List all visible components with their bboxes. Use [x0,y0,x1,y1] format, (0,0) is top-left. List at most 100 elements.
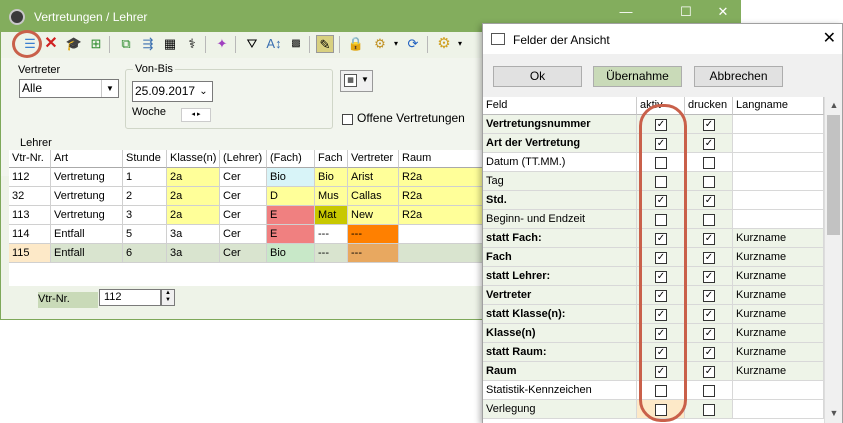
table-cell-art[interactable]: Entfall [51,225,123,244]
drucken-checkbox[interactable]: ✓ [703,290,715,302]
table-cell-stunde[interactable]: 2 [123,187,167,206]
drucken-checkbox[interactable]: ✓ [703,328,715,340]
langname-cell[interactable] [733,381,824,400]
table-cell-lehrer[interactable]: Cer [220,187,267,206]
langname-cell[interactable] [733,172,824,191]
offene-checkbox[interactable] [342,114,353,125]
table-cell-klasse[interactable]: 2a [167,187,220,206]
column-header[interactable]: Vertreter [348,150,399,168]
table-cell-klasse[interactable]: 2a [167,168,220,187]
table-cell-nr[interactable]: 112 [9,168,51,187]
export-doc-icon[interactable]: ⇶ [139,35,157,53]
ok-button[interactable]: Ok [493,66,582,87]
table-cell-fach[interactable]: --- [315,225,348,244]
column-header[interactable]: Klasse(n) [167,150,220,168]
grid-select-icon[interactable]: ▩ [287,35,305,53]
table-cell-fach[interactable]: Bio [315,168,348,187]
table-cell-stunde[interactable]: 3 [123,206,167,225]
scroll-up-icon[interactable]: ▲ [825,97,842,113]
langname-cell[interactable] [733,134,824,153]
date-field[interactable]: 25.09.2017 ⌄ [132,81,213,102]
column-header[interactable]: (Fach) [267,150,315,168]
dialog-column-header[interactable]: Feld [483,97,637,115]
table-cell-klasse[interactable]: 2a [167,206,220,225]
drucken-checkbox[interactable]: ✓ [703,347,715,359]
table-cell-sfach[interactable]: E [267,225,315,244]
table-cell-nr[interactable]: 113 [9,206,51,225]
table-cell-lehrer[interactable]: Cer [220,206,267,225]
table-cell-stunde[interactable]: 5 [123,225,167,244]
table-cell-vertreter[interactable]: --- [348,244,399,263]
table-cell-sfach[interactable]: E [267,206,315,225]
table-cell-klasse[interactable]: 3a [167,244,220,263]
table-cell-nr[interactable]: 115 [9,244,51,263]
langname-cell[interactable]: Kurzname [733,248,824,267]
column-header[interactable]: (Lehrer) [220,150,267,168]
table-cell-lehrer[interactable]: Cer [220,225,267,244]
table-cell-stunde[interactable]: 6 [123,244,167,263]
copy-doc-icon[interactable]: ⧉ [117,35,135,53]
vtr-nr-spinner[interactable]: ▲ ▼ [161,289,175,306]
chevron-down-icon[interactable]: ⌄ [195,82,212,101]
table-cell-art[interactable]: Vertretung [51,206,123,225]
table-cell-sfach[interactable]: Bio [267,244,315,263]
column-header[interactable]: Art [51,150,123,168]
drucken-checkbox[interactable] [703,404,715,416]
langname-cell[interactable] [733,210,824,229]
add-record-icon[interactable]: ⊞ [87,35,105,53]
delete-x-icon[interactable]: ✕ [42,35,60,53]
table-cell-klasse[interactable]: 3a [167,225,220,244]
table-cell-lehrer[interactable]: Cer [220,244,267,263]
column-header[interactable]: Vtr-Nr. [9,150,51,168]
table-cell-art[interactable]: Vertretung [51,187,123,206]
dialog-column-header[interactable]: drucken [685,97,733,115]
chevron-down-icon[interactable]: ▾ [451,35,469,53]
drucken-checkbox[interactable] [703,176,715,188]
table-cell-fach[interactable]: Mus [315,187,348,206]
langname-cell[interactable]: Kurzname [733,229,824,248]
langname-cell[interactable] [733,115,824,134]
table-cell-fach[interactable]: --- [315,244,348,263]
drucken-checkbox[interactable]: ✓ [703,195,715,207]
drucken-checkbox[interactable]: ✓ [703,233,715,245]
lock-icon[interactable]: 🔒 [347,35,365,53]
table-cell-vertreter[interactable]: New [348,206,399,225]
langname-cell[interactable]: Kurzname [733,343,824,362]
langname-cell[interactable]: Kurzname [733,324,824,343]
table-cell-lehrer[interactable]: Cer [220,168,267,187]
drucken-checkbox[interactable] [703,157,715,169]
week-stepper[interactable]: ◂ ▸ [181,108,211,122]
vtr-nr-input[interactable]: 112 [99,289,161,306]
chevron-down-icon[interactable]: ▼ [101,80,118,97]
uebernahme-button[interactable]: Übernahme [593,66,682,87]
drucken-checkbox[interactable]: ✓ [703,309,715,321]
scroll-down-icon[interactable]: ▼ [825,405,842,421]
langname-cell[interactable] [733,400,824,419]
edit-notepad-icon[interactable]: ✎ [316,35,334,53]
abbrechen-button[interactable]: Abbrechen [694,66,783,87]
drucken-checkbox[interactable]: ✓ [703,119,715,131]
sort-az-icon[interactable]: A↕ [265,35,283,53]
langname-cell[interactable]: Kurzname [733,305,824,324]
table-cell-vertreter[interactable]: Arist [348,168,399,187]
langname-cell[interactable] [733,191,824,210]
column-header[interactable]: Stunde [123,150,167,168]
drucken-checkbox[interactable] [703,385,715,397]
scroll-thumb[interactable] [827,115,840,235]
magic-wand-icon[interactable]: ✦ [213,35,231,53]
table-cell-vertreter[interactable]: --- [348,225,399,244]
graduation-cap-icon[interactable]: 🎓 [65,35,83,53]
table-cell-sfach[interactable]: D [267,187,315,206]
table-cell-fach[interactable]: Mat [315,206,348,225]
langname-cell[interactable]: Kurzname [733,267,824,286]
stethoscope-icon[interactable]: ⚕ [183,35,201,53]
vertreter-select[interactable]: Alle ▼ [19,79,119,98]
column-header[interactable]: Fach [315,150,348,168]
table-cell-art[interactable]: Entfall [51,244,123,263]
langname-cell[interactable] [733,153,824,172]
filter-icon[interactable]: ⛛ [243,35,261,53]
dialog-column-header[interactable]: Langname [733,97,824,115]
drucken-checkbox[interactable]: ✓ [703,366,715,378]
calculator-icon[interactable]: ▦ [161,35,179,53]
dialog-close-icon[interactable]: ✕ [823,28,836,48]
